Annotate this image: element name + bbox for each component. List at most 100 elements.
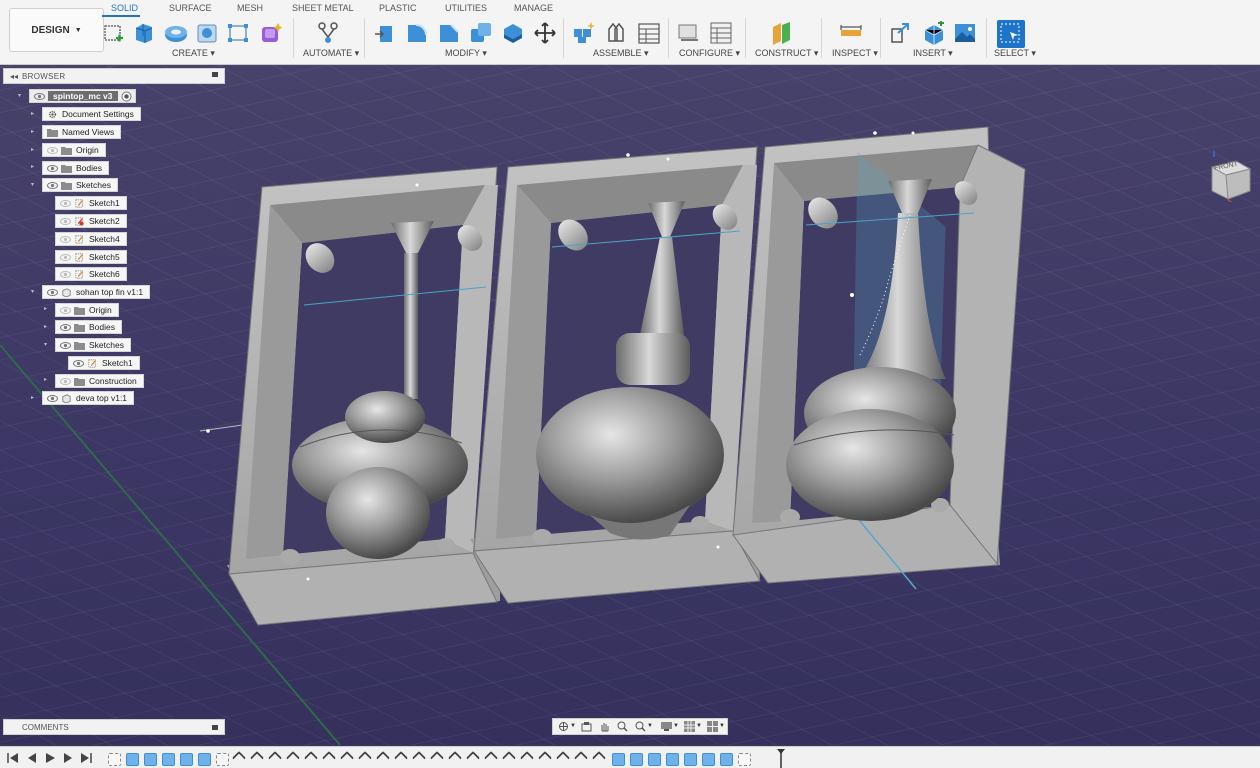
browser-item-sketches[interactable]: Sketches bbox=[42, 178, 118, 192]
timeline-feature-body-icon[interactable] bbox=[126, 753, 139, 766]
eye-hidden-icon[interactable] bbox=[47, 146, 58, 154]
tab-sheet-metal[interactable]: SHEET METAL bbox=[292, 3, 354, 13]
step-back-icon[interactable] bbox=[26, 752, 38, 764]
tab-surface[interactable]: SURFACE bbox=[169, 3, 212, 13]
browser-item-sketch1[interactable]: Sketch1 bbox=[55, 196, 127, 210]
tab-manage[interactable]: MANAGE bbox=[514, 3, 553, 13]
extrude-icon[interactable] bbox=[131, 20, 157, 46]
browser-item-bodies[interactable]: Bodies bbox=[42, 161, 109, 175]
orbit-icon[interactable] bbox=[558, 721, 569, 732]
eye-icon[interactable] bbox=[47, 288, 58, 296]
timeline-feature-body-icon[interactable] bbox=[144, 753, 157, 766]
eye-hidden-icon[interactable] bbox=[60, 377, 71, 385]
rewind-icon[interactable] bbox=[7, 752, 19, 764]
chevron-down-icon[interactable]: ▼ bbox=[647, 723, 658, 734]
move-icon[interactable] bbox=[532, 20, 558, 46]
browser-item-origin[interactable]: Origin bbox=[42, 143, 106, 157]
chamfer-icon[interactable] bbox=[436, 20, 462, 46]
configure-table-icon[interactable] bbox=[676, 20, 702, 46]
chevron-right-icon[interactable]: ▸ bbox=[31, 110, 34, 117]
chevron-right-icon[interactable]: ▸ bbox=[31, 146, 34, 153]
chevron-right-icon[interactable]: ▸ bbox=[44, 376, 47, 383]
measure-icon[interactable] bbox=[838, 20, 864, 46]
timeline-marker[interactable] bbox=[776, 748, 786, 768]
new-sketch-icon[interactable] bbox=[101, 20, 127, 46]
chevron-down-icon[interactable]: ▼ bbox=[570, 723, 581, 734]
timeline-feature-body-icon[interactable] bbox=[612, 753, 625, 766]
eye-hidden-icon[interactable] bbox=[60, 253, 71, 261]
chevron-down-icon[interactable]: ▼ bbox=[696, 723, 707, 734]
fillet-icon[interactable] bbox=[404, 20, 430, 46]
timeline-feature-body-icon[interactable] bbox=[162, 753, 175, 766]
pan-icon[interactable] bbox=[599, 721, 610, 732]
timeline-feature-body-icon[interactable] bbox=[198, 753, 211, 766]
hole-icon[interactable] bbox=[194, 20, 220, 46]
browser-item-sketch4[interactable]: Sketch4 bbox=[55, 232, 127, 246]
step-forward-icon[interactable] bbox=[62, 752, 74, 764]
comments-panel-header[interactable]: COMMENTS bbox=[3, 719, 225, 735]
rectangle-pattern-icon[interactable] bbox=[225, 20, 251, 46]
browser-item-sketches[interactable]: Sketches bbox=[55, 338, 131, 352]
eye-icon[interactable] bbox=[47, 394, 58, 402]
eye-icon[interactable] bbox=[73, 359, 84, 367]
configure-grid-icon[interactable] bbox=[708, 20, 734, 46]
tab-mesh[interactable]: MESH bbox=[237, 3, 263, 13]
timeline-feature-move-icon[interactable] bbox=[447, 750, 463, 766]
browser-item-bodies[interactable]: Bodies bbox=[55, 320, 122, 334]
browser-item-origin[interactable]: Origin bbox=[55, 303, 119, 317]
timeline-feature-move-icon[interactable] bbox=[519, 750, 535, 766]
eye-hidden-icon[interactable] bbox=[60, 217, 71, 225]
browser-item-component-sohan[interactable]: sohan top fin v1:1 bbox=[42, 285, 151, 299]
tab-solid[interactable]: SOLID bbox=[111, 3, 138, 13]
timeline-feature-sketch-icon[interactable] bbox=[738, 753, 751, 766]
browser-item-sketch6[interactable]: Sketch6 bbox=[55, 267, 127, 281]
canvas-icon[interactable] bbox=[952, 20, 978, 46]
chevron-down-icon[interactable]: ▼ bbox=[719, 723, 730, 734]
fast-forward-icon[interactable] bbox=[80, 752, 92, 764]
look-at-icon[interactable] bbox=[581, 721, 592, 732]
modify-group-label[interactable]: MODIFY ▾ bbox=[445, 48, 487, 59]
viewcube[interactable]: FRONT bbox=[1206, 147, 1256, 206]
timeline-feature-move-icon[interactable] bbox=[411, 750, 427, 766]
timeline-feature-move-icon[interactable] bbox=[555, 750, 571, 766]
browser-item-document-settings[interactable]: Document Settings bbox=[42, 107, 141, 121]
timeline-feature-move-icon[interactable] bbox=[321, 750, 337, 766]
eye-icon[interactable] bbox=[60, 323, 71, 331]
select-icon[interactable] bbox=[997, 20, 1025, 48]
assemble-group-label[interactable]: ASSEMBLE ▾ bbox=[593, 48, 649, 59]
chevron-right-icon[interactable]: ▸ bbox=[44, 305, 47, 312]
timeline-feature-move-icon[interactable] bbox=[483, 750, 499, 766]
browser-item-component-deva[interactable]: deva top v1:1 bbox=[42, 391, 135, 405]
timeline-feature-move-icon[interactable] bbox=[267, 750, 283, 766]
display-settings-icon[interactable] bbox=[661, 721, 672, 732]
construct-group-label[interactable]: CONSTRUCT ▾ bbox=[755, 48, 818, 59]
zoom-window-icon[interactable] bbox=[635, 721, 646, 732]
offset-plane-icon[interactable] bbox=[769, 20, 795, 46]
activate-radio-icon[interactable] bbox=[121, 91, 132, 102]
timeline-feature-body-icon[interactable] bbox=[180, 753, 193, 766]
timeline-feature-move-icon[interactable] bbox=[429, 750, 445, 766]
timeline-feature-body-icon[interactable] bbox=[648, 753, 661, 766]
new-component-icon[interactable] bbox=[571, 20, 597, 46]
chevron-right-icon[interactable]: ▸ bbox=[44, 323, 47, 330]
eye-hidden-icon[interactable] bbox=[60, 306, 71, 314]
insert-group-label[interactable]: INSERT ▾ bbox=[913, 48, 953, 59]
timeline-feature-body-icon[interactable] bbox=[630, 753, 643, 766]
joint-icon[interactable] bbox=[603, 20, 629, 46]
shell-icon[interactable] bbox=[500, 20, 526, 46]
mold-cavity-3[interactable] bbox=[732, 126, 1026, 590]
revolve-icon[interactable] bbox=[163, 20, 189, 46]
timeline-feature-body-icon[interactable] bbox=[702, 753, 715, 766]
eye-icon[interactable] bbox=[60, 341, 71, 349]
chevron-down-icon[interactable]: ▼ bbox=[673, 723, 684, 734]
grid-icon[interactable] bbox=[684, 721, 695, 732]
timeline-feature-move-icon[interactable] bbox=[393, 750, 409, 766]
workspace-switcher-button[interactable]: DESIGN ▼ bbox=[9, 8, 104, 52]
timeline-feature-body-icon[interactable] bbox=[720, 753, 733, 766]
pin-icon[interactable] bbox=[212, 72, 218, 77]
insert-derive-icon[interactable] bbox=[888, 20, 914, 46]
timeline-feature-move-icon[interactable] bbox=[357, 750, 373, 766]
configure-group-label[interactable]: CONFIGURE ▾ bbox=[679, 48, 740, 59]
timeline-feature-move-icon[interactable] bbox=[465, 750, 481, 766]
model-scene[interactable] bbox=[0, 65, 1260, 745]
